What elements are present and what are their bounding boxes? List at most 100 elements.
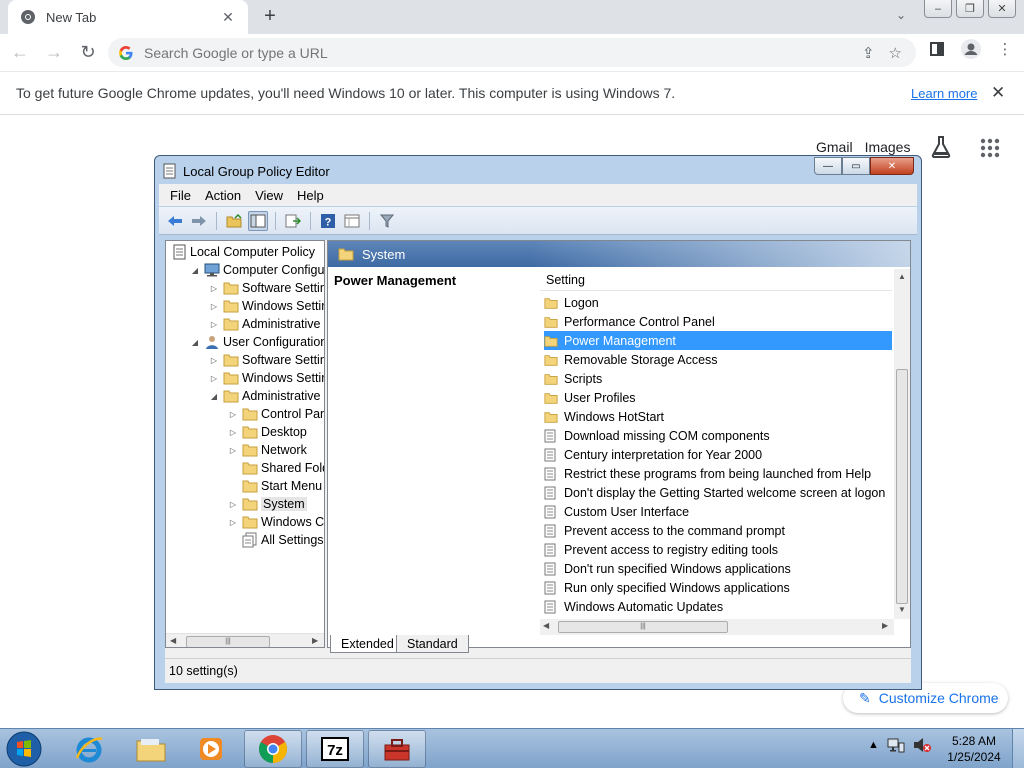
- tree-item[interactable]: ▷ Administrative Te: [208, 315, 324, 333]
- learn-more-link[interactable]: Learn more: [911, 86, 977, 101]
- clock[interactable]: 5:28 AM 1/25/2024: [944, 733, 1004, 765]
- settings-folder-row[interactable]: Power Management: [544, 331, 892, 350]
- taskbar-media-player[interactable]: [182, 730, 240, 768]
- tree-item[interactable]: ▷ Windows Cor: [227, 513, 324, 531]
- tab-extended[interactable]: Extended: [330, 635, 405, 653]
- menu-kebab-icon[interactable]: ⋮: [994, 38, 1016, 60]
- gpedit-maximize-button[interactable]: ▭: [842, 157, 870, 175]
- tab-close-icon[interactable]: ✕: [220, 9, 236, 26]
- scroll-left-icon[interactable]: ◀: [170, 636, 176, 645]
- settings-policy-row[interactable]: Download missing COM components: [544, 426, 892, 445]
- volume-muted-icon[interactable]: [913, 737, 931, 753]
- tree-item[interactable]: ▷ Software Settings: [208, 351, 324, 369]
- labs-flask-icon[interactable]: [930, 135, 952, 159]
- scrollbar-thumb[interactable]: |||: [558, 621, 728, 633]
- settings-folder-row[interactable]: User Profiles: [544, 388, 892, 407]
- show-hidden-icons-icon[interactable]: ▲: [868, 739, 879, 751]
- scroll-right-icon[interactable]: ▶: [312, 636, 318, 645]
- tree-item[interactable]: ▷ Network: [227, 441, 307, 459]
- collapsed-arrow-icon[interactable]: ▷: [227, 410, 239, 419]
- settings-folder-row[interactable]: Scripts: [544, 369, 892, 388]
- collapsed-arrow-icon[interactable]: ▷: [227, 428, 239, 437]
- tree-item[interactable]: ▷ Windows Setting: [208, 297, 324, 315]
- images-link[interactable]: Images: [865, 139, 911, 155]
- tree-item[interactable]: ◢ Computer Configura: [189, 261, 324, 279]
- gpedit-close-button[interactable]: ✕: [870, 157, 914, 175]
- tree-item[interactable]: ▷ Control Panel: [227, 405, 324, 423]
- network-icon[interactable]: [887, 737, 905, 753]
- expanded-arrow-icon[interactable]: ◢: [208, 392, 220, 401]
- tree-horizontal-scrollbar[interactable]: ◀ ||| ▶: [166, 633, 324, 647]
- omnibox[interactable]: ⇪ ☆: [108, 38, 916, 67]
- scroll-down-icon[interactable]: ▼: [898, 605, 906, 614]
- scroll-left-icon[interactable]: ◀: [543, 621, 549, 630]
- tree-item[interactable]: ◢ User Configuration: [189, 333, 324, 351]
- collapsed-arrow-icon[interactable]: ▷: [208, 284, 220, 293]
- taskbar-file-explorer[interactable]: [122, 730, 180, 768]
- taskbar-internet-explorer[interactable]: [60, 730, 118, 768]
- help-icon[interactable]: ?: [318, 211, 338, 231]
- share-icon[interactable]: ⇪: [862, 44, 875, 62]
- tree-item[interactable]: ▷ Desktop: [227, 423, 307, 441]
- settings-horizontal-scrollbar[interactable]: ◀ ||| ▶: [540, 619, 894, 635]
- collapsed-arrow-icon[interactable]: ▷: [208, 320, 220, 329]
- tab-new-tab[interactable]: New Tab ✕: [8, 0, 248, 34]
- expanded-arrow-icon[interactable]: ◢: [189, 266, 201, 275]
- reload-button[interactable]: ↻: [74, 39, 102, 67]
- tab-search-icon[interactable]: ⌄: [896, 8, 906, 22]
- infobar-close-icon[interactable]: ✕: [991, 83, 1005, 103]
- tree-item[interactable]: ◢ Administrative Te: [208, 387, 324, 405]
- tree-item[interactable]: All Settings: [227, 531, 324, 549]
- filter-icon[interactable]: [377, 211, 397, 231]
- export-list-icon[interactable]: [283, 211, 303, 231]
- menu-help[interactable]: Help: [290, 188, 331, 203]
- new-tab-button[interactable]: +: [258, 5, 282, 29]
- scroll-right-icon[interactable]: ▶: [882, 621, 888, 630]
- tree-item[interactable]: ▷ Software Settings: [208, 279, 324, 297]
- menu-action[interactable]: Action: [198, 188, 248, 203]
- tree-item[interactable]: Local Computer Policy: [170, 243, 315, 261]
- apps-grid-icon[interactable]: [980, 138, 1000, 158]
- tree-item[interactable]: ▷ Windows Setting: [208, 369, 324, 387]
- taskbar-toolbox[interactable]: [368, 730, 426, 768]
- menu-view[interactable]: View: [248, 188, 290, 203]
- collapsed-arrow-icon[interactable]: ▷: [208, 374, 220, 383]
- collapsed-arrow-icon[interactable]: ▷: [227, 446, 239, 455]
- close-button[interactable]: ✕: [988, 0, 1016, 18]
- minimize-button[interactable]: –: [924, 0, 952, 18]
- settings-policy-row[interactable]: Don't run specified Windows applications: [544, 559, 892, 578]
- bookmark-star-icon[interactable]: ☆: [889, 44, 902, 62]
- scroll-up-icon[interactable]: ▲: [898, 272, 906, 281]
- taskbar-7zip[interactable]: 7z: [306, 730, 364, 768]
- settings-policy-row[interactable]: Run only specified Windows applications: [544, 578, 892, 597]
- profile-avatar-icon[interactable]: [960, 38, 982, 60]
- back-arrow-icon[interactable]: [165, 211, 185, 231]
- collapsed-arrow-icon[interactable]: ▷: [208, 302, 220, 311]
- scrollbar-thumb[interactable]: |||: [186, 636, 270, 647]
- settings-policy-row[interactable]: Don't display the Getting Started welcom…: [544, 483, 892, 502]
- up-folder-icon[interactable]: [224, 211, 244, 231]
- settings-folder-row[interactable]: Logon: [544, 293, 892, 312]
- start-button[interactable]: [2, 730, 46, 768]
- settings-policy-row[interactable]: Century interpretation for Year 2000: [544, 445, 892, 464]
- collapsed-arrow-icon[interactable]: ▷: [227, 518, 239, 527]
- tree-item[interactable]: ▷ System: [227, 495, 307, 513]
- tree-item[interactable]: Start Menu ar: [227, 477, 324, 495]
- properties-icon[interactable]: [342, 211, 362, 231]
- collapsed-arrow-icon[interactable]: ▷: [208, 356, 220, 365]
- settings-vertical-scrollbar[interactable]: ▲ ▼: [894, 269, 910, 619]
- settings-policy-row[interactable]: Windows Automatic Updates: [544, 597, 892, 616]
- forward-arrow-icon[interactable]: [189, 211, 209, 231]
- settings-policy-row[interactable]: Prevent access to registry editing tools: [544, 540, 892, 559]
- omnibox-input[interactable]: [144, 44, 916, 61]
- settings-policy-row[interactable]: Custom User Interface: [544, 502, 892, 521]
- expanded-arrow-icon[interactable]: ◢: [189, 338, 201, 347]
- gpedit-minimize-button[interactable]: —: [814, 157, 842, 175]
- column-header-setting[interactable]: Setting: [540, 269, 892, 291]
- side-panel-icon[interactable]: [926, 38, 948, 60]
- tab-standard[interactable]: Standard: [396, 635, 469, 653]
- menu-file[interactable]: File: [163, 188, 198, 203]
- tree-item[interactable]: Shared Folder: [227, 459, 324, 477]
- forward-button[interactable]: →: [40, 39, 68, 67]
- settings-folder-row[interactable]: Performance Control Panel: [544, 312, 892, 331]
